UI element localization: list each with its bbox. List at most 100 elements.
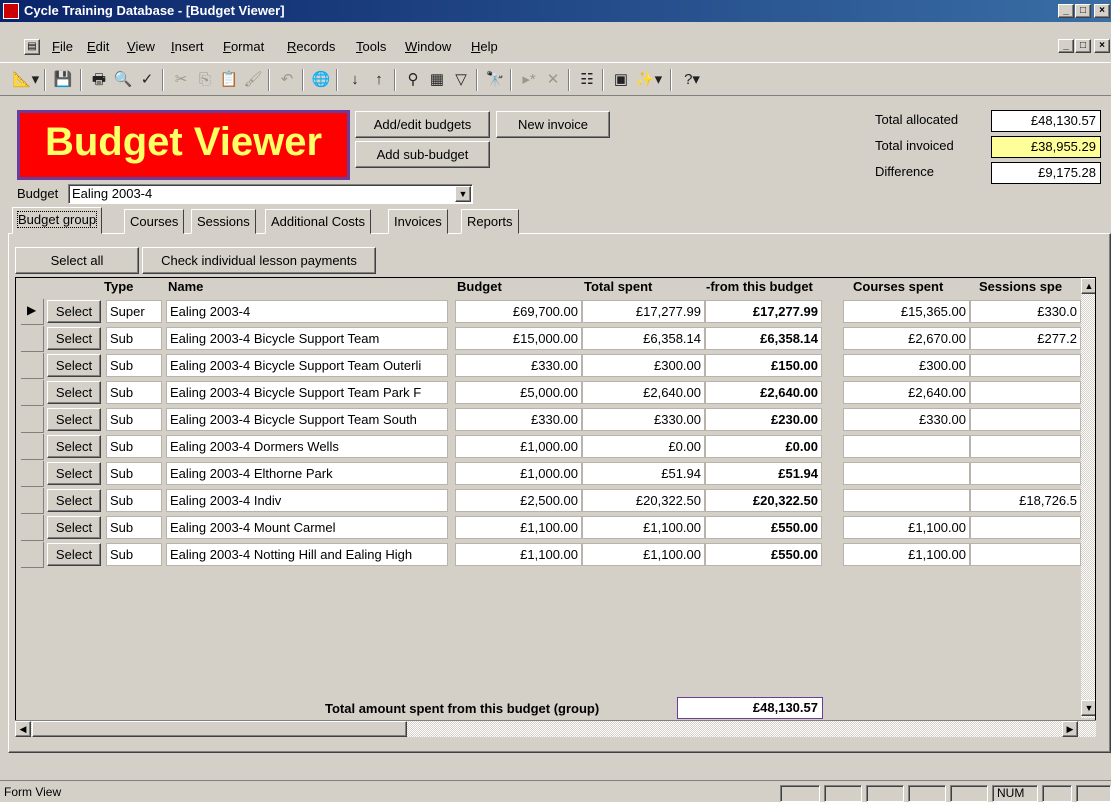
cell-sessions[interactable]: £277.2 — [970, 327, 1081, 350]
mdi-close-button[interactable]: × — [1094, 39, 1110, 53]
cell-sessions[interactable] — [970, 462, 1081, 485]
cell-type[interactable]: Sub — [106, 462, 162, 485]
horizontal-scroll-thumb[interactable] — [32, 721, 407, 737]
add-edit-budgets-button[interactable]: Add/edit budgets — [355, 111, 490, 138]
spelling-icon[interactable]: ✓ — [136, 69, 158, 91]
cell-from[interactable]: £230.00 — [705, 408, 822, 431]
help-icon[interactable]: ?▾ — [678, 69, 706, 91]
print-icon[interactable]: 🖶 — [88, 69, 110, 91]
cell-name[interactable]: Ealing 2003-4 Notting Hill and Ealing Hi… — [166, 543, 448, 566]
select-row-button[interactable]: Select — [47, 381, 101, 404]
cell-name[interactable]: Ealing 2003-4 — [166, 300, 448, 323]
new-invoice-button[interactable]: New invoice — [496, 111, 610, 138]
hyperlink-icon[interactable]: 🌐 — [310, 69, 332, 91]
cell-courses[interactable]: £15,365.00 — [843, 300, 970, 323]
chevron-down-icon[interactable]: ▼ — [455, 186, 471, 202]
cell-from[interactable]: £20,322.50 — [705, 489, 822, 512]
filter-by-form-icon[interactable]: ▦ — [426, 69, 448, 91]
scroll-up-icon[interactable]: ▲ — [1081, 278, 1095, 294]
cell-type[interactable]: Sub — [106, 435, 162, 458]
scroll-right-icon[interactable]: ▶ — [1062, 721, 1078, 737]
maximize-button[interactable]: □ — [1075, 4, 1091, 18]
format-painter-icon[interactable]: 🖌 — [242, 69, 264, 91]
cell-spent[interactable]: £2,640.00 — [582, 381, 705, 404]
cell-budget[interactable]: £5,000.00 — [455, 381, 582, 404]
find-icon[interactable]: 🔭 — [484, 69, 506, 91]
cell-from[interactable]: £51.94 — [705, 462, 822, 485]
mdi-minimize-button[interactable]: _ — [1058, 39, 1074, 53]
budget-combo[interactable]: Ealing 2003-4 ▼ — [68, 184, 473, 204]
tab-additional-costs[interactable]: Additional Costs — [265, 209, 371, 234]
cell-name[interactable]: Ealing 2003-4 Bicycle Support Team South — [166, 408, 448, 431]
apply-filter-icon[interactable]: ▽ — [450, 69, 472, 91]
menu-help[interactable]: Help — [471, 39, 498, 54]
cell-name[interactable]: Ealing 2003-4 Elthorne Park — [166, 462, 448, 485]
cell-sessions[interactable] — [970, 381, 1081, 404]
menu-tools[interactable]: Tools — [356, 39, 386, 54]
record-selector[interactable] — [21, 407, 44, 433]
sort-ascending-icon[interactable]: ↓ — [344, 69, 366, 91]
cell-name[interactable]: Ealing 2003-4 Bicycle Support Team Park … — [166, 381, 448, 404]
cell-courses[interactable]: £300.00 — [843, 354, 970, 377]
cell-spent[interactable]: £0.00 — [582, 435, 705, 458]
tab-reports[interactable]: Reports — [461, 209, 519, 234]
cell-spent[interactable]: £6,358.14 — [582, 327, 705, 350]
add-sub-budget-button[interactable]: Add sub-budget — [355, 141, 490, 168]
cell-spent[interactable]: £1,100.00 — [582, 543, 705, 566]
tab-budget-group[interactable]: Budget group — [12, 207, 103, 234]
cell-spent[interactable]: £300.00 — [582, 354, 705, 377]
cell-name[interactable]: Ealing 2003-4 Mount Carmel — [166, 516, 448, 539]
cell-spent[interactable]: £17,277.99 — [582, 300, 705, 323]
select-row-button[interactable]: Select — [47, 300, 101, 323]
check-individual-lesson-payments-button[interactable]: Check individual lesson payments — [142, 247, 376, 274]
sort-descending-icon[interactable]: ↑ — [368, 69, 390, 91]
cell-type[interactable]: Sub — [106, 381, 162, 404]
cell-type[interactable]: Sub — [106, 543, 162, 566]
cell-from[interactable]: £6,358.14 — [705, 327, 822, 350]
cell-budget[interactable]: £69,700.00 — [455, 300, 582, 323]
delete-record-icon[interactable]: ✕ — [542, 69, 564, 91]
cell-from[interactable]: £150.00 — [705, 354, 822, 377]
cell-budget[interactable]: £1,000.00 — [455, 462, 582, 485]
cell-sessions[interactable] — [970, 354, 1081, 377]
cell-sessions[interactable]: £18,726.5 — [970, 489, 1081, 512]
cell-courses[interactable]: £2,670.00 — [843, 327, 970, 350]
cell-courses[interactable]: £1,100.00 — [843, 516, 970, 539]
undo-icon[interactable]: ↶ — [276, 69, 298, 91]
select-row-button[interactable]: Select — [47, 408, 101, 431]
cut-icon[interactable]: ✂ — [170, 69, 192, 91]
cell-type[interactable]: Super — [106, 300, 162, 323]
record-selector[interactable] — [21, 434, 44, 460]
form-control-icon[interactable]: ▤ — [24, 39, 40, 55]
cell-from[interactable]: £550.00 — [705, 543, 822, 566]
close-button[interactable]: × — [1094, 4, 1110, 18]
select-row-button[interactable]: Select — [47, 516, 101, 539]
record-selector[interactable] — [21, 380, 44, 406]
menu-file[interactable]: File — [52, 39, 73, 54]
cell-courses[interactable] — [843, 489, 970, 512]
cell-name[interactable]: Ealing 2003-4 Indiv — [166, 489, 448, 512]
record-selector[interactable] — [21, 488, 44, 514]
scroll-down-icon[interactable]: ▼ — [1081, 700, 1095, 716]
cell-type[interactable]: Sub — [106, 516, 162, 539]
cell-name[interactable]: Ealing 2003-4 Bicycle Support Team Outer… — [166, 354, 448, 377]
cell-from[interactable]: £2,640.00 — [705, 381, 822, 404]
filter-by-selection-icon[interactable]: ⚲ — [402, 69, 424, 91]
mdi-restore-button[interactable]: □ — [1075, 39, 1091, 53]
save-icon[interactable]: 💾 — [52, 69, 74, 91]
cell-from[interactable]: £550.00 — [705, 516, 822, 539]
record-selector[interactable] — [21, 326, 44, 352]
record-selector[interactable] — [21, 542, 44, 568]
cell-sessions[interactable] — [970, 435, 1081, 458]
cell-sessions[interactable] — [970, 516, 1081, 539]
cell-name[interactable]: Ealing 2003-4 Dormers Wells — [166, 435, 448, 458]
record-selector[interactable] — [21, 353, 44, 379]
vertical-scrollbar[interactable]: ▲ ▼ — [1081, 278, 1095, 718]
tab-courses[interactable]: Courses — [124, 209, 185, 234]
cell-from[interactable]: £17,277.99 — [705, 300, 822, 323]
select-row-button[interactable]: Select — [47, 462, 101, 485]
cell-sessions[interactable]: £330.0 — [970, 300, 1081, 323]
menu-edit[interactable]: Edit — [87, 39, 109, 54]
cell-budget[interactable]: £15,000.00 — [455, 327, 582, 350]
select-all-button[interactable]: Select all — [15, 247, 139, 274]
